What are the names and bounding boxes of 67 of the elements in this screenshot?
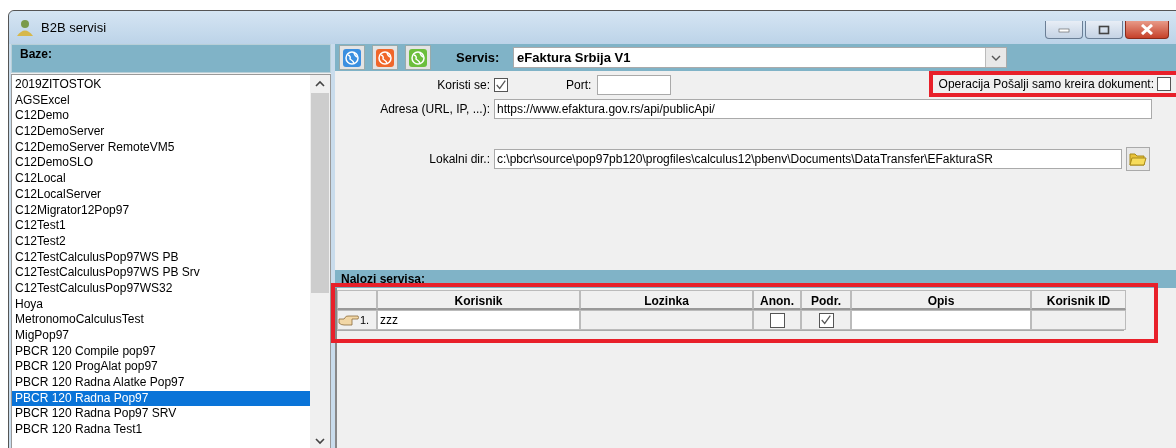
field-label: Servis: <box>456 50 501 65</box>
list-item[interactable]: C12DemoSLO <box>12 155 310 172</box>
column-header[interactable]: Podr. <box>801 290 851 310</box>
list-item[interactable]: C12DemoServer RemoteVM5 <box>12 139 310 156</box>
browse-button[interactable] <box>1126 147 1150 171</box>
list-item[interactable]: C12DemoServer <box>12 124 310 140</box>
list-item[interactable]: PBCR 120 Radna Alatke Pop97 <box>12 375 310 391</box>
list-item[interactable]: Hoya <box>12 296 310 313</box>
list-item[interactable]: C12Local <box>12 171 310 187</box>
list-item[interactable]: 2019ZITOSTOK <box>12 77 310 93</box>
window-title: B2B servisi <box>41 20 107 35</box>
list-item[interactable]: AGSExcel <box>12 92 310 109</box>
scroll-down-icon[interactable] <box>315 437 325 445</box>
scroll-up-icon[interactable] <box>315 80 325 88</box>
column-header[interactable]: Lozinka <box>580 290 753 310</box>
dropdown-button[interactable] <box>985 48 1006 67</box>
list-item[interactable]: PBCR 120 Radna Test1 <box>12 422 310 438</box>
maximize-button[interactable] <box>1085 21 1123 39</box>
field-label: Adresa (URL, IP, ...): <box>379 102 490 116</box>
column-header[interactable]: Korisnik <box>377 290 580 310</box>
column-header[interactable]: Korisnik ID <box>1031 290 1126 310</box>
column-header[interactable]: Opis <box>851 290 1031 310</box>
field-label: Koristi se: <box>436 78 490 92</box>
checkbox[interactable] <box>769 312 785 328</box>
port-field[interactable] <box>597 75 672 95</box>
list-item[interactable]: C12TestCalculusPop97WS32 <box>12 280 310 297</box>
list-item[interactable]: C12LocalServer <box>12 186 310 203</box>
table-cell[interactable] <box>580 310 753 330</box>
pointing-hand-icon <box>338 313 360 327</box>
list-item[interactable]: C12TestCalculusPop97WS PB Srv <box>12 265 310 281</box>
list-item[interactable]: C12Test2 <box>12 233 310 250</box>
user-icon <box>15 18 35 37</box>
table-cell[interactable] <box>1031 310 1126 330</box>
list-item[interactable]: PBCR 120 Radna Pop97 <box>12 390 310 407</box>
list-item[interactable]: PBCR 120 Radna Pop97 SRV <box>12 406 310 423</box>
checkbox[interactable] <box>818 312 834 328</box>
list-item[interactable]: C12Test1 <box>12 218 310 234</box>
table-cell[interactable] <box>851 310 1031 330</box>
row-number: 1. <box>360 314 370 326</box>
scrollbar[interactable] <box>310 75 330 448</box>
list-item[interactable]: PBCR 120 Compile pop97 <box>12 343 310 360</box>
close-button[interactable] <box>1125 21 1169 39</box>
close-icon <box>1140 24 1154 35</box>
minimize-button[interactable] <box>1045 21 1083 39</box>
list-item[interactable]: MetronomoCalculusTest <box>12 312 310 328</box>
database-list[interactable] <box>11 74 331 448</box>
minimize-icon <box>1058 26 1070 33</box>
list-item[interactable]: PBCR 120 ProgAlat pop97 <box>12 359 310 376</box>
directory-field[interactable]: c:\pbcr\source\pop97pb120\progfiles\calculus12\pbenv\Documents\DataTransfer\EFakturaSR <box>494 149 1122 169</box>
service-dropdown[interactable]: eFaktura Srbija V1 <box>513 47 1007 68</box>
folder-icon <box>1129 152 1147 166</box>
list-item[interactable]: C12Demo <box>12 108 310 125</box>
field-label: Port: <box>566 78 592 92</box>
address-field[interactable]: https://www.efaktura.gov.rs/api/publicApi/ <box>494 99 1152 119</box>
checkbox[interactable] <box>1157 77 1171 91</box>
maximize-icon <box>1098 24 1110 35</box>
list-item[interactable]: C12TestCalculusPop97WS PB <box>12 249 310 266</box>
table-cell[interactable]: zzz <box>377 310 580 330</box>
section-title: Nalozi servisa: <box>341 272 426 286</box>
column-header[interactable]: Anon. <box>753 290 801 310</box>
list-item[interactable]: MigPop97 <box>12 328 310 344</box>
checkbox[interactable] <box>494 78 508 92</box>
field-label: Operacija Pošalji samo kreira dokument: <box>938 77 1154 91</box>
caret-icon <box>991 54 1001 61</box>
panel-title: Baze: <box>20 47 52 61</box>
field-label: Lokalni dir.: <box>428 152 490 166</box>
list-item[interactable]: C12Migrator12Pop97 <box>12 202 310 219</box>
